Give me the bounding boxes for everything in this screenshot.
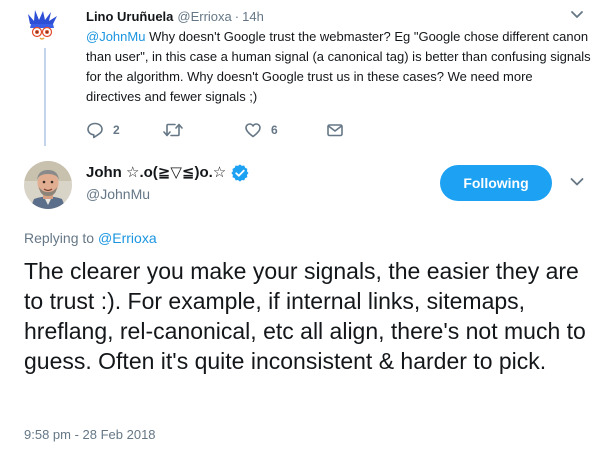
separator-dot: ·: [234, 9, 240, 24]
author-avatar[interactable]: [24, 161, 72, 209]
chevron-down-icon[interactable]: [570, 10, 584, 20]
reply-action[interactable]: 2: [86, 120, 120, 140]
chevron-down-icon[interactable]: [569, 177, 585, 187]
envelope-icon[interactable]: [326, 121, 344, 139]
thread-connector-line: [44, 48, 46, 146]
tweet-actions: 2 6: [86, 120, 386, 140]
retweet-icon[interactable]: [162, 121, 184, 139]
reply-count: 2: [113, 123, 120, 137]
heart-icon[interactable]: [244, 121, 262, 139]
parent-tweet-text: @JohnMu Why doesn't Google trust the web…: [86, 27, 591, 107]
author-name-row[interactable]: John ☆.o(≧▽≦)o.☆: [86, 164, 249, 182]
author-name[interactable]: John ☆.o(≧▽≦)o.☆: [86, 164, 226, 182]
parent-author-handle[interactable]: @Errioxa: [177, 9, 231, 24]
dm-action[interactable]: [326, 120, 344, 140]
mention-link[interactable]: @JohnMu: [86, 29, 145, 44]
parent-tweet[interactable]: Lino Uruñuela @Errioxa · 14h @JohnMu Why do…: [0, 0, 615, 150]
tweet-text: The clearer you make your signals, the e…: [24, 258, 586, 374]
parent-tweet-header: Lino Uruñuela @Errioxa · 14h: [86, 9, 264, 25]
tweet-timestamp[interactable]: 9:58 pm - 28 Feb 2018: [24, 427, 156, 443]
reply-icon[interactable]: [86, 121, 104, 139]
replying-to-mention[interactable]: @Errioxa: [98, 230, 157, 246]
parent-avatar[interactable]: [26, 10, 60, 44]
replying-label: Replying to: [24, 230, 95, 246]
parent-tweet-time[interactable]: 14h: [242, 9, 264, 24]
parent-author-name[interactable]: Lino Uruñuela: [86, 9, 173, 24]
parent-tweet-body: Why doesn't Google trust the webmaster? …: [86, 29, 591, 104]
following-button[interactable]: Following: [440, 165, 552, 201]
like-action[interactable]: 6: [244, 120, 278, 140]
like-count: 6: [271, 123, 278, 137]
replying-to: Replying to @Errioxa: [24, 229, 157, 247]
verified-badge-icon: [231, 164, 249, 182]
author-avatar-image: [24, 161, 72, 209]
author-handle[interactable]: @JohnMu: [86, 185, 150, 203]
retweet-action[interactable]: [162, 120, 184, 140]
